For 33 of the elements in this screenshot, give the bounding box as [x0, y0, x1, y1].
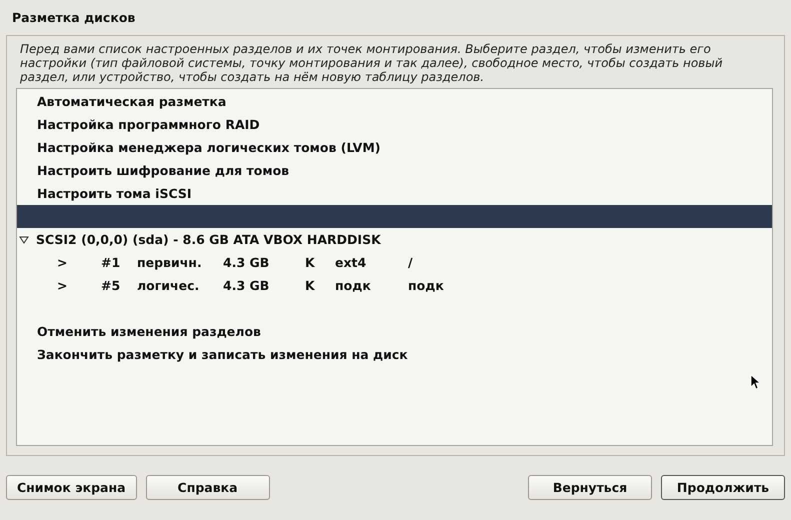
- partition-type: первичн.: [137, 254, 203, 272]
- menu-item[interactable]: Настроить шифрование для томов: [17, 159, 772, 182]
- mount-point: /: [408, 254, 413, 272]
- menu-item[interactable]: Закончить разметку и записать изменения на диск: [17, 343, 772, 366]
- mount-point: подк: [408, 277, 444, 295]
- arrow-text: >: [57, 254, 68, 272]
- partition-number: #5: [101, 277, 122, 295]
- dialog-button[interactable]: Справка: [146, 475, 270, 500]
- dialog-button[interactable]: Продолжить: [661, 475, 785, 500]
- window-title: Разметка дисков: [11, 9, 136, 27]
- filesystem-text: ext4: [335, 254, 368, 272]
- disk-label: SCSI2 (0,0,0) (sda) - 8.6 GB ATA VBOX HARDDISK: [36, 231, 381, 249]
- disk-row[interactable]: SCSI2 (0,0,0) (sda) - 8.6 GB ATA VBOX HARDDISK: [17, 228, 772, 251]
- partition-size: 4.3 GB: [223, 254, 270, 272]
- menu-item[interactable]: Отменить изменения разделов: [17, 320, 772, 343]
- partition-size: 4.3 GB: [223, 277, 270, 295]
- filesystem-text: подк: [335, 277, 372, 295]
- menu-item[interactable]: Настроить тома iSCSI: [17, 182, 772, 205]
- menu-item[interactable]: Настройка менеджера логических томов (LVM): [17, 136, 772, 159]
- partition-row[interactable]: > #1 первичн. 4.3 GB K ext4 /: [17, 251, 772, 274]
- menu-item[interactable]: Настройка программного RAID: [17, 113, 772, 136]
- dialog-button[interactable]: Вернуться: [528, 475, 652, 500]
- partition-type: логичес.: [137, 277, 200, 295]
- partition-number: #1: [101, 254, 122, 272]
- expand-triangle-icon[interactable]: [19, 234, 29, 244]
- format-mark-text: K: [305, 254, 316, 272]
- arrow-text: >: [57, 277, 68, 295]
- dialog-button[interactable]: Снимок экрана: [6, 475, 137, 500]
- menu-item[interactable]: Автоматическая разметка: [17, 90, 772, 113]
- description-text: Перед вами список настроенных разделов и их точек монтирования. Выберите раздел, чтобы изменить его настройки (тип файловой системы, точку монтирования и так далее), свободное место, чтобы создать новый раздел, или устройство, чтобы создать на нём новую таблицу разделов.: [20, 42, 724, 84]
- partition-row[interactable]: > #5 логичес. 4.3 GB K подк подк: [17, 274, 772, 297]
- mouse-cursor-icon: [750, 374, 760, 390]
- format-mark-text: K: [305, 277, 316, 295]
